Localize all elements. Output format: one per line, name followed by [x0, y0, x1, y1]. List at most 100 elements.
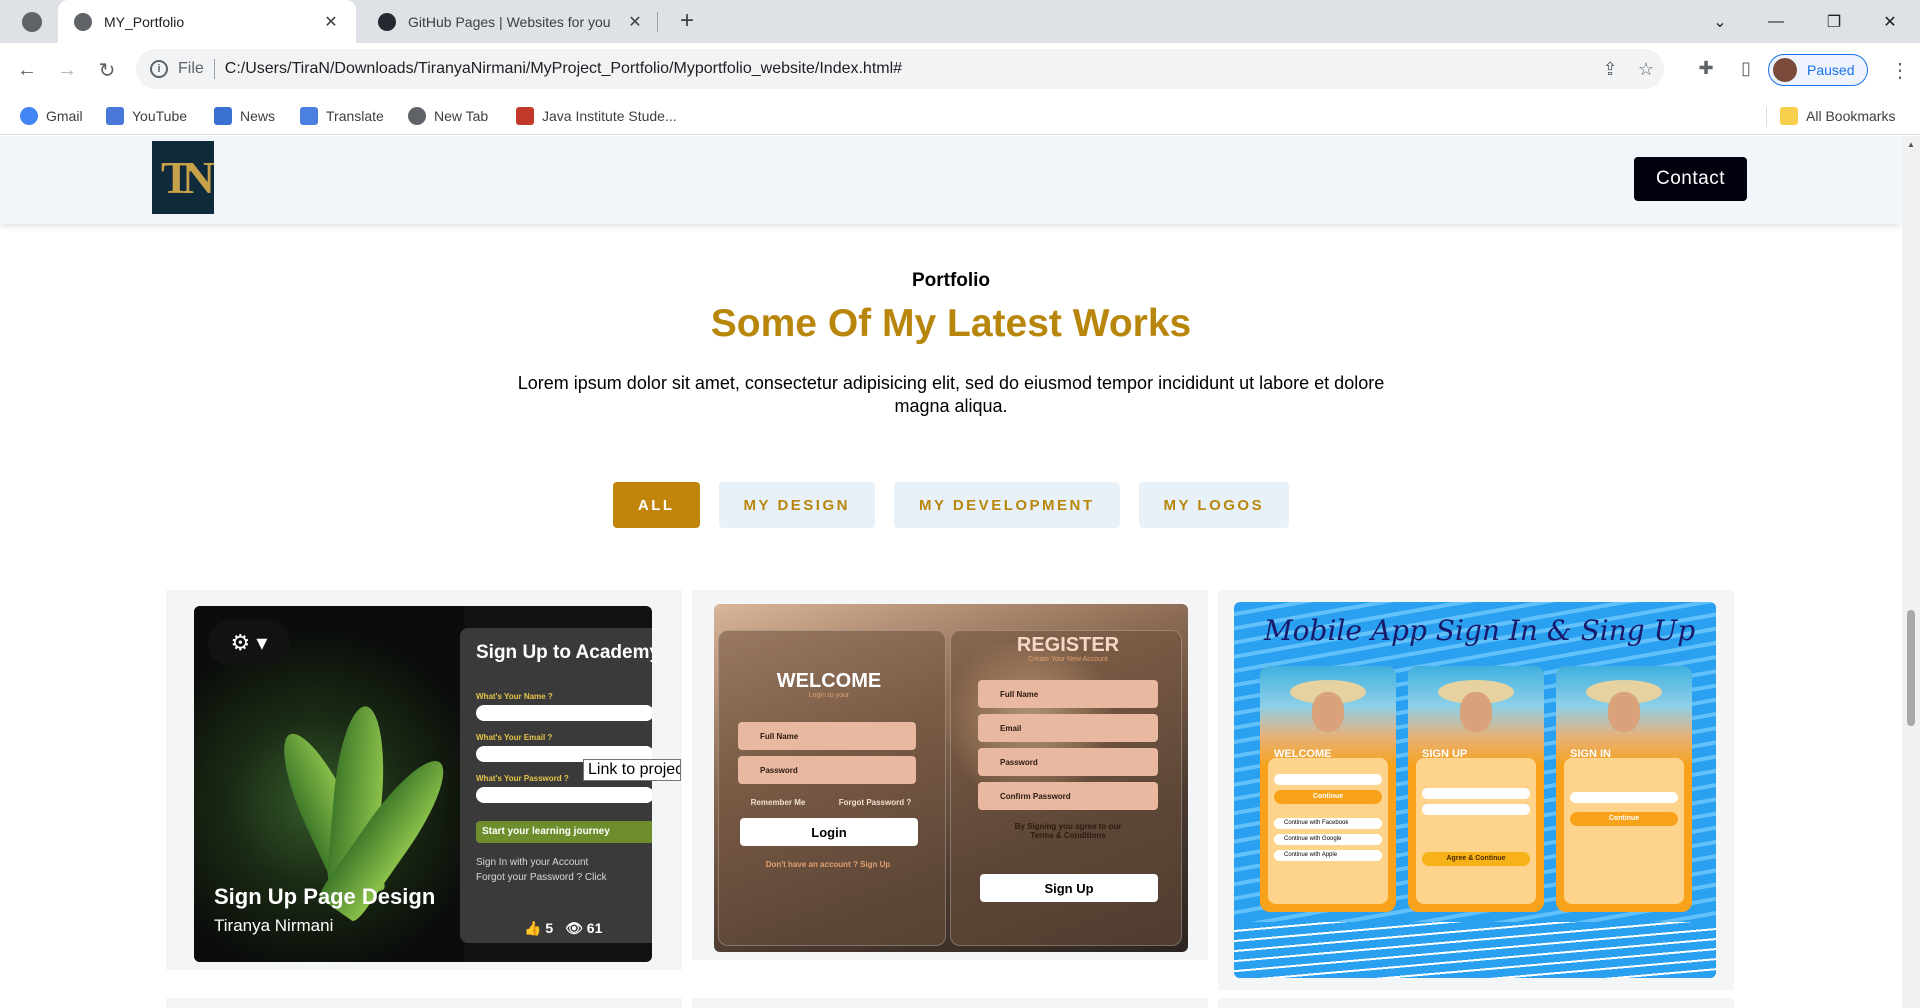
register-email-field: Email	[978, 714, 1158, 742]
address-bar[interactable]: i File C:/Users/TiraN/Downloads/TiranyaN…	[136, 49, 1664, 89]
login-name-field: Full Name	[738, 722, 916, 750]
project-screenshot[interactable]: WELCOME Login to your Full Name Password…	[714, 604, 1188, 952]
url-text[interactable]: C:/Users/TiraN/Downloads/TiranyaNirmani/…	[225, 60, 1592, 78]
profile-status: Paused	[1807, 62, 1855, 78]
tab-close-icon[interactable]: ✕	[626, 12, 644, 32]
share-icon[interactable]: ⇪	[1592, 59, 1628, 80]
bookmark-label: All Bookmarks	[1806, 108, 1896, 124]
tab-search-icon[interactable]	[22, 12, 42, 32]
social-pill: Continue with Facebook	[1274, 818, 1382, 829]
views: 👁 61	[565, 920, 602, 937]
youtube-icon	[106, 107, 124, 125]
portfolio-card-mobile-app[interactable]: Mobile App Sign In & Sing Up WELCOME Con…	[1218, 590, 1734, 990]
divider	[213, 59, 215, 79]
section-label: Portfolio	[911, 270, 991, 291]
filter-my-logos[interactable]: MY LOGOS	[1138, 482, 1290, 528]
site-header: TN Home About Services Portfolio Contact…	[0, 136, 1902, 224]
close-window-button[interactable]: ✕	[1862, 0, 1918, 43]
screen-label: WELCOME	[1274, 748, 1332, 760]
scroll-up-arrow-icon[interactable]: ▲	[1902, 140, 1920, 154]
nav-services[interactable]: Services	[846, 166, 916, 186]
menu-icon[interactable]: ⋮	[1890, 58, 1910, 83]
project-stats: 👍 5 👁 61	[524, 920, 602, 937]
welcome-heading: WELCOME	[776, 670, 882, 692]
tab-title: MY_Portfolio	[104, 13, 185, 30]
link-tooltip: Link to project	[583, 759, 681, 781]
portfolio-card-login-register[interactable]: WELCOME Login to your Full Name Password…	[692, 590, 1208, 960]
register-heading: REGISTER	[1016, 634, 1120, 656]
filter-all[interactable]: ALL	[612, 482, 700, 528]
register-confirm-field: Confirm Password	[978, 782, 1158, 810]
tab-close-icon[interactable]: ✕	[322, 12, 340, 32]
signin-text: Sign In with your Account	[476, 857, 589, 868]
back-button[interactable]: ←	[10, 53, 44, 87]
site-info-icon[interactable]: i	[150, 60, 168, 78]
signup-panel: Sign Up to Academy What's Your Name ? Wh…	[460, 628, 652, 943]
side-panel-icon[interactable]: ▯	[1734, 58, 1758, 82]
page-scrollbar[interactable]: ▲	[1902, 136, 1920, 1008]
form-card	[1564, 758, 1684, 904]
profile-button[interactable]: Paused	[1768, 54, 1868, 86]
social-pill: Continue with Google	[1274, 834, 1382, 845]
contact-button[interactable]: Contact	[1634, 157, 1747, 201]
tab-my-portfolio[interactable]: MY_Portfolio ✕	[58, 0, 356, 43]
extensions-icon[interactable]: ✚	[1694, 58, 1718, 82]
signup-link: Don't have an account ? Sign Up	[765, 860, 891, 869]
eye-icon: 👁	[565, 920, 583, 936]
bookmark-news[interactable]: News	[214, 97, 275, 135]
bookmark-star-icon[interactable]: ☆	[1628, 59, 1664, 80]
face	[1460, 692, 1492, 732]
input-pill	[1274, 774, 1382, 785]
thumbs-up-icon: 👍	[524, 920, 542, 936]
gear-icon[interactable]: ⚙ ▾	[208, 620, 290, 666]
nav-home[interactable]: Home	[650, 166, 697, 186]
bookmark-translate[interactable]: Translate	[300, 97, 384, 135]
login-button: Login	[740, 818, 918, 846]
nav-about[interactable]: About	[747, 166, 796, 186]
news-icon	[214, 107, 232, 125]
login-password-field: Password	[738, 756, 916, 784]
globe-icon	[74, 12, 92, 31]
scroll-thumb[interactable]	[1907, 610, 1915, 726]
likes: 👍 5	[524, 920, 553, 937]
tab-title: GitHub Pages | Websites for you	[408, 13, 611, 30]
mockup-title: Mobile App Sign In & Sing Up	[1264, 614, 1696, 647]
forward-button[interactable]: →	[50, 53, 84, 87]
bookmark-label: News	[240, 108, 276, 124]
translate-icon	[300, 107, 318, 125]
bookmark-gmail[interactable]: Gmail	[20, 97, 83, 135]
browser-toolbar: ← → ↻ i File C:/Users/TiraN/Downloads/Ti…	[0, 43, 1920, 97]
portfolio-card-row2	[692, 998, 1208, 1008]
portfolio-card-row2	[1218, 998, 1734, 1008]
section-title: Some Of My Latest Works	[710, 302, 1192, 345]
bookmark-youtube[interactable]: YouTube	[106, 97, 187, 135]
tab-github-pages[interactable]: GitHub Pages | Websites for you ✕	[362, 0, 660, 43]
restore-button[interactable]: ❐	[1806, 0, 1862, 43]
project-title: Sign Up Page Design	[214, 884, 436, 909]
phone-signup: SIGN UP Agree & Continue	[1408, 666, 1544, 912]
screen-label: SIGN IN	[1570, 748, 1611, 760]
cta-bar: Start your learning journey	[476, 821, 652, 843]
filter-my-development[interactable]: MY DEVELOPMENT	[893, 482, 1120, 528]
social-pill: Continue with Apple	[1274, 850, 1382, 861]
continue-pill: Continue	[1274, 790, 1382, 804]
project-screenshot[interactable]: ⚙ ▾ Sign Up to Academy What's Your Name …	[194, 606, 652, 962]
all-bookmarks[interactable]: All Bookmarks	[1780, 97, 1895, 135]
site-logo[interactable]: TN	[152, 141, 215, 214]
nav-portfolio[interactable]: Portfolio	[966, 166, 1036, 186]
bookmark-java-institute[interactable]: Java Institute Stude...	[516, 97, 677, 135]
project-screenshot[interactable]: Mobile App Sign In & Sing Up WELCOME Con…	[1234, 602, 1716, 978]
filter-my-design[interactable]: MY DESIGN	[718, 482, 875, 528]
tab-search-dropdown-icon[interactable]: ⌄	[1692, 0, 1748, 43]
nav-contact[interactable]: Contact	[1086, 166, 1149, 186]
terms-text: By Signing you agree to our Terms & Cond…	[1014, 822, 1122, 840]
new-tab-button[interactable]: +	[674, 8, 700, 34]
field-label: What's Your Email ?	[476, 733, 553, 742]
bookmark-label: New Tab	[434, 108, 489, 124]
reload-button[interactable]: ↻	[90, 53, 124, 87]
bookmark-new-tab[interactable]: New Tab	[408, 97, 488, 135]
minimize-button[interactable]: —	[1748, 0, 1804, 43]
bookmarks-bar: Gmail YouTube News Translate New Tab Jav…	[0, 97, 1920, 135]
input-pill	[1570, 792, 1678, 803]
phone-signin: SIGN IN Continue	[1556, 666, 1692, 912]
